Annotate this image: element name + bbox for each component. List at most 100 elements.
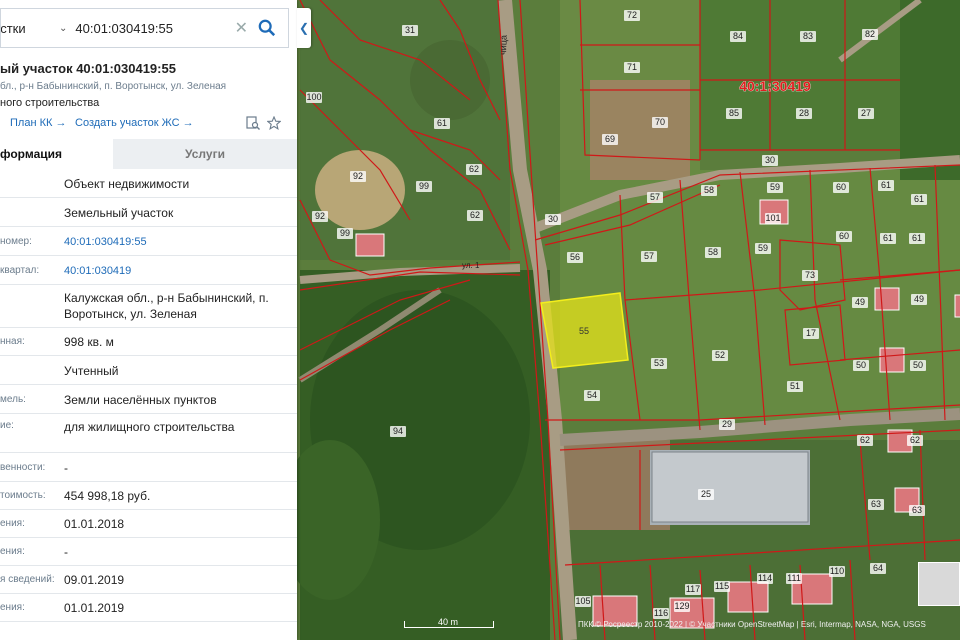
- parcel-number[interactable]: 129: [674, 601, 689, 611]
- parcel-number[interactable]: 51: [790, 381, 800, 391]
- selected-parcel-label[interactable]: 55: [579, 326, 589, 336]
- parcel-number[interactable]: 49: [855, 297, 865, 307]
- chevron-down-icon[interactable]: ⌄: [59, 23, 67, 34]
- parcel-number[interactable]: 94: [393, 426, 403, 436]
- parcel-number[interactable]: 62: [470, 210, 480, 220]
- search-input[interactable]: 40:01:030419:55: [75, 21, 234, 36]
- property-link-value[interactable]: 40:01:030419: [64, 263, 294, 279]
- parcel-number[interactable]: 85: [729, 108, 739, 118]
- tab-services[interactable]: Услуги: [113, 139, 297, 169]
- basemap-switcher[interactable]: [918, 562, 960, 606]
- property-row: тоимость: 454 998,18 руб.: [0, 482, 297, 510]
- property-value: для жилищного строительства: [64, 420, 235, 434]
- property-value: -: [64, 460, 68, 475]
- parcel-number[interactable]: 69: [605, 134, 615, 144]
- parcel-number[interactable]: 61: [437, 118, 447, 128]
- parcel-number[interactable]: 59: [770, 182, 780, 192]
- parcel-number[interactable]: 17: [806, 328, 816, 338]
- parcel-number[interactable]: 110: [830, 566, 844, 576]
- parcel-number[interactable]: 92: [353, 171, 363, 181]
- parcel-number[interactable]: 61: [914, 194, 924, 204]
- parcel-number[interactable]: 105: [575, 596, 590, 606]
- search-doc-icon[interactable]: [246, 116, 260, 130]
- create-parcel-link[interactable]: Создать участок ЖС →: [75, 117, 194, 129]
- parcel-number[interactable]: 62: [860, 435, 870, 445]
- parcel-number[interactable]: 25: [701, 489, 711, 499]
- property-row: Калужская обл., р-н Бабынинский, п. Воро…: [0, 285, 297, 328]
- parcel-number[interactable]: 58: [704, 185, 714, 195]
- parcel-number[interactable]: 30: [765, 155, 775, 165]
- clear-icon[interactable]: ✕: [235, 18, 248, 38]
- plan-kk-link[interactable]: План КК →: [10, 117, 66, 129]
- parcel-number[interactable]: 60: [836, 182, 846, 192]
- property-label: ие:: [0, 420, 14, 431]
- parcel-number[interactable]: 72: [627, 10, 637, 20]
- parcel-number[interactable]: 62: [469, 164, 479, 174]
- parcel-number[interactable]: 31: [405, 25, 415, 35]
- property-value: 998 кв. м: [64, 335, 114, 349]
- search-category-select[interactable]: астки: [1, 21, 53, 36]
- parcel-number[interactable]: 59: [758, 243, 768, 253]
- property-row: номер: 40:01:030419:55: [0, 227, 297, 256]
- parcel-number[interactable]: 63: [871, 499, 881, 509]
- parcel-number[interactable]: 84: [733, 31, 743, 41]
- property-label: ения:: [0, 518, 25, 529]
- property-label: квартал:: [0, 264, 40, 276]
- parcel-number[interactable]: 61: [912, 233, 922, 243]
- parcel-number[interactable]: 114: [758, 573, 772, 583]
- parcel-number[interactable]: 116: [654, 608, 668, 618]
- parcel-number[interactable]: 101: [765, 213, 780, 223]
- parcel-number[interactable]: 64: [873, 563, 883, 573]
- parcel-number[interactable]: 115: [715, 581, 729, 591]
- parcel-number[interactable]: 99: [419, 181, 429, 191]
- parcel-number[interactable]: 53: [654, 358, 664, 368]
- parcel-number[interactable]: 73: [805, 270, 815, 280]
- parcel-number[interactable]: 62: [910, 435, 920, 445]
- property-value: -: [64, 545, 68, 559]
- street-label: чица: [498, 35, 509, 55]
- property-label: венности:: [0, 461, 46, 473]
- parcel-number[interactable]: 57: [644, 251, 654, 261]
- parcel-number[interactable]: 99: [340, 228, 350, 238]
- collapse-panel-button[interactable]: ❮: [297, 8, 311, 48]
- star-icon[interactable]: [267, 116, 281, 130]
- parcel-number[interactable]: 111: [787, 573, 801, 583]
- parcel-number[interactable]: 63: [912, 505, 922, 515]
- parcel-number[interactable]: 92: [315, 211, 325, 221]
- parcel-number[interactable]: 50: [856, 360, 866, 370]
- parcel-number[interactable]: 117: [686, 584, 700, 594]
- property-value: 01.01.2019: [64, 601, 125, 615]
- parcel-number[interactable]: 50: [913, 360, 923, 370]
- parcel-number[interactable]: 71: [627, 62, 637, 72]
- property-label: тоимость:: [0, 490, 46, 501]
- parcel-number[interactable]: 82: [865, 29, 875, 39]
- search-icon[interactable]: [258, 19, 276, 37]
- parcel-number[interactable]: 57: [650, 192, 660, 202]
- parcel-number[interactable]: 49: [914, 294, 924, 304]
- property-label: ения:: [0, 546, 25, 557]
- property-link-value[interactable]: 40:01:030419:55: [64, 234, 294, 250]
- property-value: Объект недвижимости: [64, 176, 190, 191]
- parcel-number[interactable]: 83: [803, 31, 813, 41]
- property-label: мель:: [0, 393, 26, 405]
- parcel-number[interactable]: 56: [570, 252, 580, 262]
- tab-info[interactable]: формация: [0, 139, 113, 169]
- parcel-number[interactable]: 54: [587, 390, 597, 400]
- parcel-number[interactable]: 61: [881, 180, 891, 190]
- property-row: мель: Земли населённых пунктов: [0, 385, 297, 414]
- parcel-address: бл., р-н Бабынинский, п. Воротынск, ул. …: [0, 81, 227, 92]
- parcel-number[interactable]: 70: [655, 117, 665, 127]
- property-row: ие: для жилищного строительства: [0, 414, 297, 453]
- parcel-number[interactable]: 52: [715, 350, 725, 360]
- property-value: Земли населённых пунктов: [64, 392, 217, 407]
- scale-label: 40 m: [438, 617, 459, 627]
- parcel-number[interactable]: 61: [883, 233, 893, 243]
- parcel-number[interactable]: 28: [799, 108, 809, 118]
- parcel-number[interactable]: 60: [839, 231, 849, 241]
- parcel-number[interactable]: 27: [861, 108, 871, 118]
- parcel-number[interactable]: 58: [708, 247, 718, 257]
- parcel-number[interactable]: 100: [306, 92, 321, 102]
- parcel-number[interactable]: 29: [722, 419, 732, 429]
- parcel-number[interactable]: 30: [548, 214, 558, 224]
- property-label: ения:: [0, 602, 25, 613]
